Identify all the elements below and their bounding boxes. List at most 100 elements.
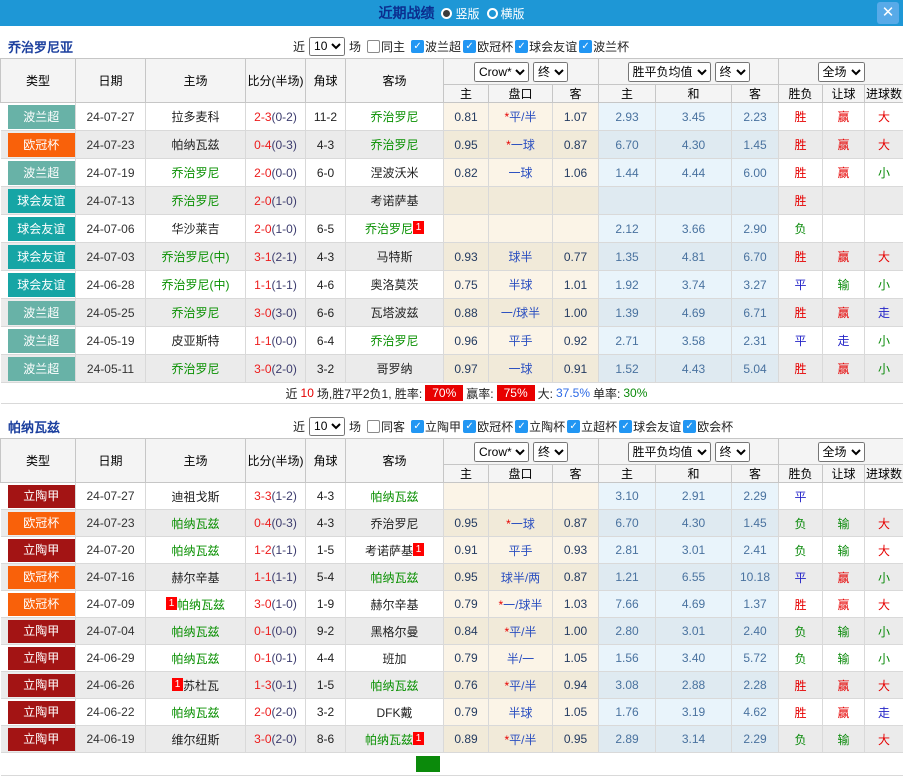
handicap: *一球 (489, 510, 553, 537)
odds-provider-select[interactable]: Crow* (474, 62, 529, 82)
league-filter-checkbox[interactable]: ✓欧冠杯 (463, 38, 513, 55)
layout-radio-landscape[interactable]: 横版 (487, 5, 525, 22)
corner: 4-4 (306, 645, 346, 672)
recent-count-select[interactable]: 10 (309, 37, 345, 56)
league-label: 球会友谊 (8, 189, 76, 213)
avg-home: 1.39 (599, 299, 656, 327)
result-handicap: 赢 (823, 672, 865, 699)
result-goals: 大 (865, 672, 903, 699)
league-label: 球会友谊 (8, 273, 76, 297)
home-team: 赫尔辛基 (146, 564, 246, 591)
match-row: 球会友谊24-07-03乔治罗尼(中)3-1(2-1)4-3马特斯0.93球半0… (1, 243, 903, 271)
same-venue-checkbox[interactable]: 同客 (367, 418, 405, 435)
match-date: 24-07-19 (76, 159, 146, 187)
league-badge: 立陶甲 (1, 537, 76, 564)
avg-odds-select[interactable]: 胜平负均值 (628, 62, 711, 82)
score: 2-3(0-2) (246, 103, 306, 131)
league-filter-group: ✓波兰超✓欧冠杯✓球会友谊✓波兰杯 (409, 38, 629, 55)
odds-away (553, 215, 599, 243)
match-row: 立陶甲24-07-27迪祖戈斯3-3(1-2)4-3帕纳瓦兹3.102.912.… (1, 483, 903, 510)
league-badge: 欧冠杯 (1, 564, 76, 591)
avg-home: 2.12 (599, 215, 656, 243)
corner: 6-5 (306, 215, 346, 243)
avg-draw: 3.19 (656, 699, 732, 726)
league-filter-checkbox[interactable]: ✓球会友谊 (619, 418, 681, 435)
result-handicap: 赢 (823, 591, 865, 618)
corner: 4-3 (306, 483, 346, 510)
subcol-avg-home: 主 (599, 85, 656, 103)
match-row: 波兰超24-07-27拉多麦科2-3(0-2)11-2乔治罗尼0.81*平/半1… (1, 103, 903, 131)
odds-away: 1.00 (553, 618, 599, 645)
league-filter-checkbox[interactable]: ✓波兰杯 (579, 38, 629, 55)
subcol-avg-draw: 和 (656, 85, 732, 103)
odds-stage-select[interactable]: 终 (533, 442, 568, 462)
avg-draw: 3.01 (656, 537, 732, 564)
home-team: 帕纳瓦兹 (146, 131, 246, 159)
away-team: 马特斯 (346, 243, 444, 271)
league-filter-checkbox[interactable]: ✓欧冠杯 (463, 418, 513, 435)
avg-draw: 4.43 (656, 355, 732, 383)
score: 0-4(0-3) (246, 131, 306, 159)
home-team: 拉多麦科 (146, 103, 246, 131)
score: 3-0(2-0) (246, 726, 306, 753)
subcol-goals: 进球数 (865, 85, 903, 103)
corner: 1-5 (306, 537, 346, 564)
odds-stage-select[interactable]: 终 (533, 62, 568, 82)
away-team: 帕纳瓦兹 (346, 672, 444, 699)
handicap: 平手 (489, 537, 553, 564)
league-filter-checkbox[interactable]: ✓立陶杯 (515, 418, 565, 435)
match-row: 欧冠杯24-07-16赫尔辛基1-1(1-1)5-4帕纳瓦兹0.95球半/两0.… (1, 564, 903, 591)
avg-draw: 4.69 (656, 299, 732, 327)
avg-stage-select[interactable]: 终 (715, 62, 750, 82)
result-goals: 大 (865, 510, 903, 537)
away-team: 乔治罗尼 (346, 131, 444, 159)
match-row: 立陶甲24-06-29帕纳瓦兹0-1(0-1)4-4班加0.79半/一1.051… (1, 645, 903, 672)
match-date: 24-05-25 (76, 299, 146, 327)
avg-away: 2.31 (732, 327, 779, 355)
col-score: 比分(半场) (246, 59, 306, 103)
match-row: 立陶甲24-06-19维尔纽斯3-0(2-0)8-6帕纳瓦兹10.89*平/半0… (1, 726, 903, 753)
result-outcome: 负 (779, 510, 823, 537)
layout-radio-portrait[interactable]: 竖版 (441, 5, 479, 22)
result-goals: 走 (865, 299, 903, 327)
away-team: 哥罗纳 (346, 355, 444, 383)
avg-odds-select[interactable]: 胜平负均值 (628, 442, 711, 462)
odds-home: 0.79 (444, 645, 489, 672)
col-date: 日期 (76, 59, 146, 103)
same-venue-checkbox[interactable]: 同主 (367, 38, 405, 55)
avg-draw: 3.14 (656, 726, 732, 753)
col-corner: 角球 (306, 439, 346, 483)
titlebar: 近期战绩 竖版 横版 ✕ (0, 0, 903, 26)
avg-away: 3.27 (732, 271, 779, 299)
result-outcome: 负 (779, 645, 823, 672)
home-team: 1苏杜瓦 (146, 672, 246, 699)
league-filter-checkbox[interactable]: ✓波兰超 (411, 38, 461, 55)
match-date: 24-06-26 (76, 672, 146, 699)
home-team: 皮亚斯特 (146, 327, 246, 355)
radio-unselected-icon (487, 8, 498, 19)
odds-home: 0.81 (444, 103, 489, 131)
close-button[interactable]: ✕ (877, 2, 899, 24)
odds-home: 0.88 (444, 299, 489, 327)
home-team: 帕纳瓦兹 (146, 537, 246, 564)
period-select[interactable]: 全场 (818, 442, 865, 462)
recent-count-select[interactable]: 10 (309, 417, 345, 436)
period-select[interactable]: 全场 (818, 62, 865, 82)
checkbox-unchecked-icon (367, 40, 380, 53)
league-filter-checkbox[interactable]: ✓立陶甲 (411, 418, 461, 435)
match-date: 24-07-06 (76, 215, 146, 243)
league-filter-checkbox[interactable]: ✓立超杯 (567, 418, 617, 435)
avg-away (732, 187, 779, 215)
handicap: 一球 (489, 355, 553, 383)
avg-home: 2.81 (599, 537, 656, 564)
match-date: 24-06-19 (76, 726, 146, 753)
league-filter-checkbox[interactable]: ✓球会友谊 (515, 38, 577, 55)
result-handicap: 赢 (823, 131, 865, 159)
subcol-odds-away: 客 (553, 85, 599, 103)
match-date: 24-05-11 (76, 355, 146, 383)
odds-provider-select[interactable]: Crow* (474, 442, 529, 462)
away-team: 奥洛莫茨 (346, 271, 444, 299)
avg-stage-select[interactable]: 终 (715, 442, 750, 462)
league-badge: 波兰超 (1, 159, 76, 187)
league-filter-checkbox[interactable]: ✓欧会杯 (683, 418, 733, 435)
